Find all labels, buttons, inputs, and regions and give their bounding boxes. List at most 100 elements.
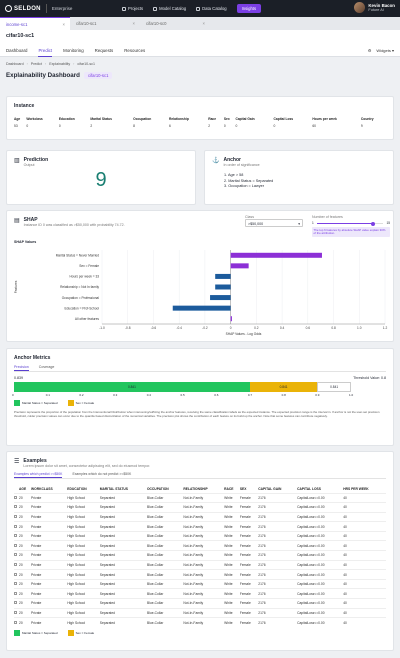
shap-values-title: SHAP Values — [14, 240, 37, 244]
table-row[interactable]: 20 Private High School Separated Blue-Collar… — [14, 579, 386, 589]
row-checkbox[interactable] — [14, 562, 17, 566]
close-icon[interactable]: × — [203, 21, 205, 26]
tick-label: 0.2 — [79, 393, 84, 397]
legend-item: Marital Status = Separated — [14, 400, 58, 406]
table-cell: Separated — [99, 505, 115, 510]
table-row[interactable]: 20 Private High School Separated Blue-Collar… — [14, 550, 386, 561]
user-name: Kevin Bacon — [368, 2, 395, 8]
nav-data-catalog[interactable]: Data Catalog — [196, 6, 227, 11]
instance-value: 60 — [312, 124, 316, 128]
subnav-requests[interactable]: Requests — [95, 47, 114, 57]
row-checkbox[interactable] — [14, 582, 17, 586]
grid-icon — [122, 6, 126, 11]
row-checkbox[interactable] — [14, 534, 17, 538]
close-icon[interactable]: × — [133, 21, 135, 26]
subnav-resources[interactable]: Resources — [124, 47, 145, 57]
gear-icon[interactable]: ⚙ — [368, 48, 372, 53]
table-cell: CapitalLoss<=0.00 — [297, 495, 325, 500]
table-cell: Separated — [99, 591, 115, 596]
row-checkbox[interactable] — [14, 514, 17, 518]
nav-projects[interactable]: Projects — [122, 6, 143, 11]
brand-logo[interactable]: SELDON — [5, 5, 41, 12]
user-menu[interactable]: Kevin Bacon Future AI — [354, 2, 395, 13]
row-checkbox[interactable] — [14, 591, 17, 595]
cube-icon — [153, 6, 158, 11]
widgets-button[interactable]: Widgets ▾ — [376, 48, 394, 53]
x-tick-label: -0.2 — [202, 326, 208, 330]
table-cell: 2176 — [258, 505, 266, 510]
table-row[interactable]: 20 Private High School Separated Blue-Collar… — [14, 521, 386, 532]
table-cell: 2176 — [258, 524, 266, 529]
instance-value: 8 — [133, 124, 135, 128]
features-slider[interactable]: 1 15 — [312, 219, 390, 227]
table-row[interactable]: 20 Private High School Separated Blue-Collar… — [14, 569, 386, 580]
row-checkbox[interactable] — [14, 572, 17, 576]
tab-income-sc1[interactable]: income-sc1 × — [0, 17, 70, 30]
table-row[interactable]: 20 Private High School Separated Blue-Collar… — [14, 560, 386, 570]
tab-cifar10-sc0[interactable]: cifar10-sc0 × — [140, 17, 210, 30]
nav-model-catalog[interactable]: Model Catalog — [153, 6, 186, 11]
row-checkbox[interactable] — [14, 505, 17, 509]
tick-label: 0.4 — [146, 393, 151, 397]
precision-bar: 0.841 0.841 0.841 — [14, 382, 351, 392]
table-cell: White — [224, 601, 233, 606]
y-tick-label: Occupation = Professional — [62, 296, 100, 300]
table-cell: 2176 — [258, 543, 266, 548]
table-cell: Female — [239, 495, 251, 500]
table-row[interactable]: 20 Private High School Separated Blue-Collar… — [14, 502, 386, 513]
instance-value: 2 — [90, 124, 93, 128]
instance-value: 0 — [273, 124, 276, 128]
table-row[interactable]: 20 Private High School Separated Blue-Collar… — [14, 540, 386, 551]
close-icon[interactable]: × — [63, 22, 65, 27]
tab-precision[interactable]: Precision — [14, 365, 29, 371]
table-row[interactable]: 20 Private High School Separated Blue-Collar… — [14, 531, 386, 541]
table-cell: Not-In-Family — [183, 591, 204, 596]
subnav-dashboard[interactable]: Dashboard — [6, 47, 27, 57]
column-header: RELATIONSHIP — [183, 486, 208, 491]
table-row[interactable]: 20 Private High School Separated Blue-Collar… — [14, 588, 386, 599]
y-tick-label: Education = Prof-School — [65, 306, 100, 310]
insights-button[interactable]: Insights — [236, 4, 262, 13]
instance-value: 9 — [360, 124, 363, 128]
tab-predict[interactable]: Examples which predict >=$50K — [14, 472, 63, 478]
tab-cifar10-sc1[interactable]: cifar10-sc1 × — [70, 17, 140, 30]
breadcrumb-item[interactable]: Explainability — [49, 62, 70, 66]
table-cell: Private — [31, 582, 42, 587]
instance-value: 6 — [169, 124, 171, 128]
subnav-monitoring[interactable]: Monitoring — [63, 47, 84, 57]
breadcrumb-item[interactable]: Dashboard — [6, 62, 24, 66]
class-select[interactable]: >$50,000 ▾ — [245, 219, 303, 227]
table-cell: 40 — [343, 514, 347, 519]
slider-thumb[interactable] — [371, 221, 376, 226]
table-cell: 20 — [19, 495, 23, 500]
anchor-list: 1. Age > 58 2. Marital Status = Separate… — [224, 173, 386, 190]
column-header: Sex — [223, 117, 230, 121]
table-cell: High School — [67, 610, 86, 615]
table-row[interactable]: 20 Private High School Separated Blue-Collar… — [14, 512, 386, 522]
breadcrumb-item[interactable]: Predict — [31, 62, 42, 66]
tab-not-predict[interactable]: Examples which do not predict >=$50K — [72, 472, 131, 478]
table-cell: Private — [31, 534, 42, 539]
user-org: Future AI — [368, 7, 384, 12]
row-checkbox[interactable] — [14, 543, 17, 547]
row-checkbox[interactable] — [14, 495, 17, 499]
x-tick-label: 0.2 — [254, 326, 259, 330]
row-checkbox[interactable] — [14, 553, 17, 557]
instance-card: Instance Age Workclass Education Marital St… — [6, 96, 394, 140]
table-row[interactable]: 20 Private High School Separated Blue-Collar… — [14, 617, 386, 628]
subnav-predict[interactable]: Predict — [38, 47, 53, 57]
list-icon: ☰ — [14, 459, 20, 465]
row-checkbox[interactable] — [14, 601, 17, 605]
table-cell: 20 — [19, 620, 23, 625]
row-checkbox[interactable] — [14, 610, 17, 614]
table-cell: 40 — [343, 620, 347, 625]
table-row[interactable]: 20 Private High School Separated Blue-Collar… — [14, 493, 386, 503]
table-row[interactable]: 20 Private High School Separated Blue-Collar… — [14, 598, 386, 609]
row-checkbox[interactable] — [14, 524, 17, 528]
table-row[interactable]: 20 Private High School Separated Blue-Collar… — [14, 608, 386, 618]
tab-coverage[interactable]: Coverage — [39, 365, 55, 371]
table-cell: Not-In-Family — [183, 505, 204, 510]
row-checkbox[interactable] — [14, 620, 17, 624]
table-cell: White — [224, 591, 233, 596]
divider — [45, 4, 47, 13]
